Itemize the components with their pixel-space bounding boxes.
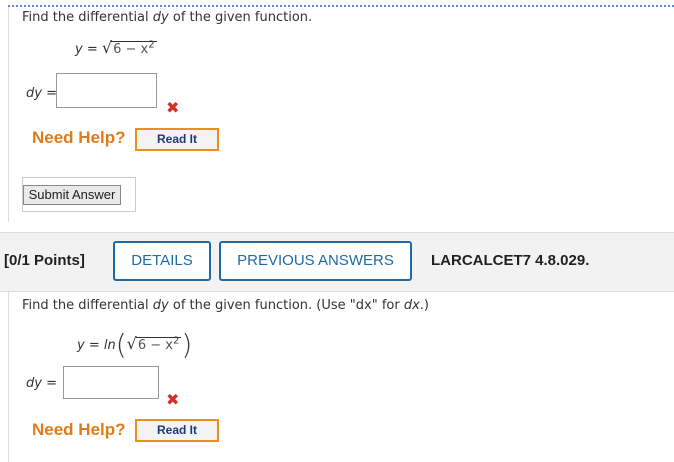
details-button[interactable]: DETAILS	[113, 241, 211, 281]
right-paren: )	[181, 328, 193, 361]
previous-answers-button[interactable]: PREVIOUS ANSWERS	[219, 241, 412, 281]
question-2-answer-input[interactable]	[63, 366, 159, 399]
question-1-prompt: Find the differential dy of the given fu…	[22, 10, 313, 25]
question-2-equation: y = ln(√6 − x2)	[77, 328, 193, 361]
question-1-dy-label: dy =	[26, 86, 57, 101]
submit-answer-button[interactable]: Submit Answer	[23, 185, 121, 205]
question-2-read-it-button[interactable]: Read It	[135, 419, 219, 442]
question-1-read-it-button[interactable]: Read It	[135, 128, 219, 151]
left-paren: (	[115, 328, 127, 361]
incorrect-x-icon: ✖	[166, 98, 180, 117]
question-1-equation: y = √6 − x2	[75, 38, 157, 57]
question-2-prompt: Find the differential dy of the given fu…	[22, 298, 429, 313]
question-2-need-help: Need Help?	[32, 420, 126, 439]
incorrect-x-icon: ✖	[166, 390, 180, 409]
question-2-dy-label: dy =	[26, 376, 57, 391]
question-1-need-help: Need Help?	[32, 128, 126, 147]
problem-source-label: LARCALCET7 4.8.029.	[431, 252, 590, 269]
question-1-answer-input[interactable]	[56, 73, 157, 108]
points-label: [0/1 Points]	[4, 252, 85, 269]
